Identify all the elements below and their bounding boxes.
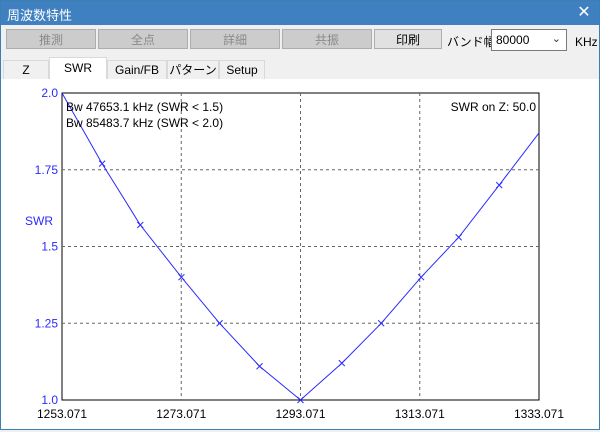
bandwidth-select[interactable]: 80000 ⌄ [491,29,567,51]
x-tick-label: 1333.071 [514,407,564,421]
x-tick-label: 1253.071 [37,407,87,421]
all-points-button[interactable]: 全点 [98,29,188,49]
estimate-button[interactable]: 推測 [6,29,96,49]
tab-swr[interactable]: SWR [49,57,107,80]
bandwidth-unit: KHz [575,35,598,49]
close-icon[interactable]: ✕ [569,1,599,25]
bandwidth-label: バンド幅 [447,35,496,49]
print-button[interactable]: 印刷 [374,29,442,49]
tab-strip: Z SWR Gain/FB パターン Setup [1,57,599,80]
bandwidth-annotation-1-5: Bw 47653.1 kHz (SWR < 1.5) [66,100,223,114]
swr-reference-annotation: SWR on Z: 50.0 [451,100,537,114]
title-bar: 周波数特性 ✕ [1,1,599,25]
y-tick-label: 1.0 [41,393,58,407]
window-title: 周波数特性 [7,8,73,23]
toolbar: 推測 全点 詳細 共振 印刷 バンド幅 80000 ⌄ KHz [1,25,599,55]
tab-gain-fb[interactable]: Gain/FB [107,60,167,79]
x-tick-label: 1273.071 [156,407,206,421]
swr-chart-panel: 2.0 1.75 1.5 1.25 1.0 1253.071 1273.071 1293.07… [1,79,599,429]
y-tick-label: 1.25 [35,316,59,330]
resonance-button[interactable]: 共振 [282,29,372,49]
detail-button[interactable]: 詳細 [190,29,280,49]
tab-z[interactable]: Z [3,60,49,79]
bandwidth-annotation-2-0: Bw 85483.7 kHz (SWR < 2.0) [66,116,223,130]
x-tick-label: 1293.071 [275,407,325,421]
tab-setup[interactable]: Setup [219,60,265,79]
bandwidth-value: 80000 [496,33,530,47]
chevron-down-icon[interactable]: ⌄ [552,32,561,45]
tab-pattern[interactable]: パターン [167,60,219,79]
swr-chart: 2.0 1.75 1.5 1.25 1.01253.071 1273.071 1293.07… [25,86,564,421]
frequency-response-window: 周波数特性 ✕ 推測 全点 詳細 共振 印刷 バンド幅 80000 ⌄ KHz … [0,0,600,430]
y-axis-label: SWR [25,214,53,228]
y-tick-label: 2.0 [41,86,58,100]
y-tick-label: 1.5 [41,240,58,254]
y-tick-label: 1.75 [35,163,59,177]
x-tick-label: 1313.071 [395,407,445,421]
